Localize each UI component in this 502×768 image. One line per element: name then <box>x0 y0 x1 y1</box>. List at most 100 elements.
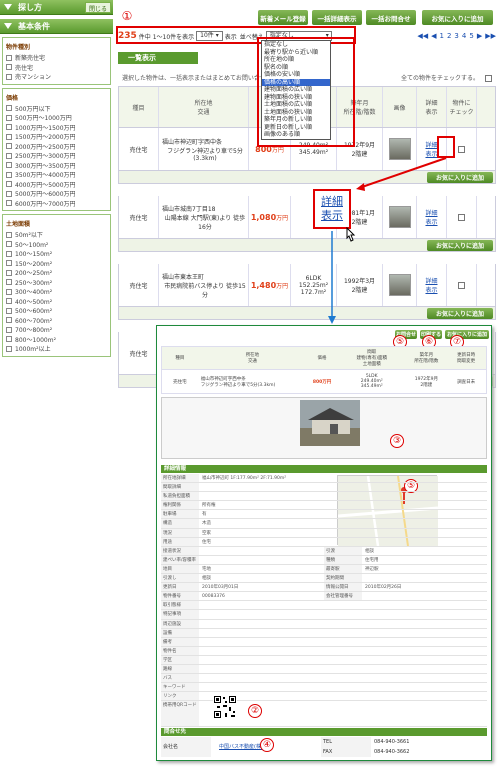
field-label: 取引態様 <box>161 601 199 610</box>
detail-header-cell: 間取 建物(専有)面積 土地面積 <box>356 350 387 367</box>
detail-panel: お問合せ 印刷する お気に入りに追加 ⑤ ⑥ ⑦ 種目所在地 交通価格間取 建物… <box>156 325 492 761</box>
field-label: 用途 <box>161 537 199 546</box>
detail-field-row: 設備 <box>161 628 487 638</box>
field-label: 駐車場 <box>161 510 199 519</box>
detail-field-row: 特記事項 <box>161 610 487 620</box>
field-label: 特記事項 <box>161 610 199 619</box>
field-value: 住宅 <box>202 539 211 545</box>
callout-3: ③ <box>390 434 404 448</box>
field-value: 住宅用 <box>365 557 379 563</box>
field-label: 地目 <box>161 564 199 574</box>
field-value: 00083376 <box>202 594 225 600</box>
contact-section-title: 問合せ先 <box>161 728 487 736</box>
field-value: 有 <box>202 512 207 518</box>
detail-field-row: 駐車場有 <box>161 510 487 520</box>
qr-code <box>213 695 237 719</box>
field-value <box>199 674 487 682</box>
detail-header-cell: 所在地 交通 <box>245 353 260 364</box>
photo-area: ③ <box>161 397 487 459</box>
field-label: 権利関係 <box>161 501 199 510</box>
detail-field-row: 地目 宅地 最寄駅 神辺駅 <box>161 564 487 575</box>
field-label: 間取詳細 <box>161 483 199 492</box>
detail-field-row: キーワード <box>161 683 487 693</box>
field-label: 路線 <box>161 664 199 674</box>
detail-field-row: 建ぺい率/容積率 種類 住宅用 <box>161 555 487 565</box>
field-value <box>362 574 487 582</box>
detail-field-row: 引渡し 相談 契約期間 <box>161 574 487 584</box>
detail-field-row: 構造 木造 <box>161 519 487 529</box>
field-label: 所在地詳細 <box>161 474 199 483</box>
field-label: 備考 <box>161 637 199 646</box>
field-value <box>199 701 487 726</box>
field-value <box>199 556 324 564</box>
tel-value: 084-940-3661 <box>374 739 410 745</box>
detail-field-row: 所在地詳細 福山市神辺町 1F:177.90m² 2F:71.90m² <box>161 474 487 484</box>
phone-values: 084-940-3661 084-940-3662 <box>371 737 487 757</box>
detail-link-enlarged[interactable]: 詳細 表示 <box>313 189 351 229</box>
field-label: 接道状況 <box>161 546 199 555</box>
field-value <box>362 592 487 600</box>
field-label: 学区 <box>161 655 199 664</box>
detail-summary-header: 種目 所在地 交通 価格 間取 建物(専有)面積 土地面積 築年月 所在階/階数 更新日時… <box>161 346 487 370</box>
field-label: 会社管理番号 <box>324 592 362 601</box>
detail-field-row: 間取詳細 <box>161 483 487 493</box>
detail-link-text: 表示 <box>321 209 343 222</box>
phone-labels: TEL FAX <box>321 737 371 757</box>
field-label: 最寄駅 <box>324 564 362 574</box>
field-value: 所有権 <box>202 503 216 509</box>
arrow-to-big-detail <box>361 157 447 188</box>
field-value: 相談 <box>365 548 374 554</box>
detail-header-cell: 種目 <box>175 356 185 361</box>
field-label: 物件名 <box>161 646 199 655</box>
cursor-hand-icon <box>346 227 356 242</box>
detail-field-row: 用途 住宅 <box>161 537 487 547</box>
field-value <box>199 638 487 646</box>
detail-header-cell: 価格 <box>317 356 327 361</box>
qr-code-image <box>213 695 237 719</box>
callout-4: ④ <box>260 738 274 752</box>
field-value <box>199 483 334 491</box>
detail-info-grid: 所在地詳細 福山市神辺町 1F:177.90m² 2F:71.90m² 間取詳細 私道… <box>161 474 487 728</box>
detail-row-cell: 福山市神辺町字西中条 フジグラン神辺より車で5分(3.3km) <box>200 376 276 388</box>
detail-row-cell: 1972年9月 2階建 <box>414 376 439 388</box>
detail-field-row: 備考 <box>161 637 487 647</box>
detail-link-text: 詳細 <box>321 195 343 208</box>
detail-header-cell: 更新日時 間取変更 <box>457 353 476 364</box>
company-label: 会社名 <box>161 737 211 757</box>
field-label: 引渡し <box>161 574 199 583</box>
field-value <box>199 683 487 691</box>
field-value <box>199 629 487 637</box>
field-label: 物件番号 <box>161 592 199 601</box>
detail-row-cell: 調査日未 <box>457 379 476 385</box>
detail-header-cell: 築年月 所在階/階数 <box>414 353 439 364</box>
field-value: 神辺駅 <box>365 566 379 572</box>
tel-label: TEL <box>323 739 332 745</box>
detail-field-row: 接道状況 引渡 相談 <box>161 546 487 556</box>
detail-summary-row: 売住宅 福山市神辺町字西中条 フジグラン神辺より車で5分(3.3km) 800万円 5… <box>161 370 487 394</box>
fax-value: 084-940-3662 <box>374 749 410 755</box>
field-label: 情報公開日 <box>324 583 362 592</box>
detail-row-cell: 売住宅 <box>173 379 187 385</box>
field-label: 現況 <box>161 528 199 537</box>
detail-field-row: 学区 <box>161 655 487 665</box>
field-value: 相談 <box>202 576 211 582</box>
field-label: 設備 <box>161 628 199 637</box>
detail-field-row: 携帯用QRコード <box>161 701 487 728</box>
field-value: 木造 <box>202 521 211 527</box>
field-value: 福山市神辺町 1F:177.90m² 2F:71.90m² <box>202 476 287 481</box>
field-value <box>199 647 487 655</box>
field-value <box>199 692 487 700</box>
arrow-head <box>356 183 365 191</box>
field-label: 種類 <box>324 555 362 564</box>
detail-field-row: リンク <box>161 692 487 702</box>
field-label: 携帯用QRコード <box>161 701 199 727</box>
detail-field-row: 物件番号 00083376 会社管理番号 <box>161 592 487 602</box>
field-label: リンク <box>161 692 199 701</box>
field-value <box>199 601 487 609</box>
detail-field-row: 更新日 2010年03月01日 情報公開日 2010年02月26日 <box>161 583 487 593</box>
field-label: 私道負担面積 <box>161 492 199 501</box>
field-value <box>199 665 487 673</box>
detail-field-row: 私道負担面積 <box>161 492 487 502</box>
detail-field-row: 現況 空家 <box>161 528 487 538</box>
house-photo <box>300 400 360 446</box>
